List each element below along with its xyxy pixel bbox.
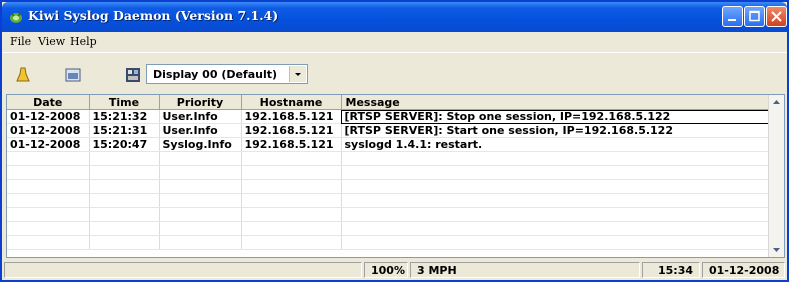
app-window: Kiwi Syslog Daemon (Version 7.1.4) File … xyxy=(0,0,789,282)
display-icon[interactable] xyxy=(124,66,142,84)
cell-priority: User.Info xyxy=(159,123,242,138)
status-percent: 100% xyxy=(364,262,408,278)
cell-hostname: 192.168.5.121 xyxy=(241,137,342,152)
cell-priority: User.Info xyxy=(159,109,242,124)
menu-bar: File View Help xyxy=(2,32,787,52)
cell-time: 15:20:47 xyxy=(89,137,160,152)
empty-row xyxy=(7,193,769,208)
status-message-panel xyxy=(4,262,362,278)
empty-row xyxy=(7,151,769,166)
cell-message: [RTSP SERVER]: Stop one session, IP=192.… xyxy=(341,109,769,124)
cell-hostname: 192.168.5.121 xyxy=(241,123,342,138)
status-date: 01-12-2008 xyxy=(702,262,785,278)
status-rate: 3 MPH xyxy=(410,262,640,278)
clear-display-icon[interactable] xyxy=(14,66,32,84)
menu-view[interactable]: View xyxy=(38,35,65,48)
column-header-time[interactable]: Time xyxy=(89,95,160,110)
cell-date: 01-12-2008 xyxy=(7,137,90,152)
maximize-button[interactable] xyxy=(744,6,765,27)
dropdown-button[interactable] xyxy=(289,66,306,82)
scroll-down-button[interactable] xyxy=(769,242,784,257)
table-row[interactable]: 01-12-2008 15:21:31 User.Info 192.168.5.… xyxy=(7,123,769,138)
log-table: Date Time Priority Hostname Message 01-1… xyxy=(7,95,769,250)
column-header-message[interactable]: Message xyxy=(341,95,769,110)
vertical-scrollbar[interactable] xyxy=(768,95,784,257)
message-grid[interactable]: Date Time Priority Hostname Message 01-1… xyxy=(6,94,785,258)
cell-hostname: 192.168.5.121 xyxy=(241,109,342,124)
header-row: Date Time Priority Hostname Message xyxy=(7,95,769,110)
title-bar[interactable]: Kiwi Syslog Daemon (Version 7.1.4) xyxy=(2,2,787,32)
toolbar: Display 00 (Default) xyxy=(2,52,787,95)
cell-date: 01-12-2008 xyxy=(7,123,90,138)
window-view-icon[interactable] xyxy=(64,66,82,84)
cell-date: 01-12-2008 xyxy=(7,109,90,124)
close-button[interactable] xyxy=(766,6,787,27)
scroll-up-button[interactable] xyxy=(769,95,784,110)
empty-row xyxy=(7,221,769,236)
empty-row xyxy=(7,165,769,180)
menu-help[interactable]: Help xyxy=(70,35,97,48)
close-icon xyxy=(771,11,782,22)
cell-time: 15:21:31 xyxy=(89,123,160,138)
empty-row xyxy=(7,235,769,250)
cell-priority: Syslog.Info xyxy=(159,137,242,152)
cell-message: [RTSP SERVER]: Start one session, IP=192… xyxy=(341,123,769,138)
window-title: Kiwi Syslog Daemon (Version 7.1.4) xyxy=(28,8,279,23)
maximize-icon xyxy=(749,10,760,22)
cell-time: 15:21:32 xyxy=(89,109,160,124)
chevron-up-icon xyxy=(773,100,780,104)
status-bar: 100% 3 MPH 15:34 01-12-2008 xyxy=(2,260,787,280)
column-header-date[interactable]: Date xyxy=(7,95,90,110)
status-time: 15:34 xyxy=(642,262,700,278)
column-header-priority[interactable]: Priority xyxy=(159,95,242,110)
chevron-down-icon xyxy=(773,248,780,252)
empty-row xyxy=(7,179,769,194)
display-select[interactable]: Display 00 (Default) xyxy=(146,64,308,84)
menu-file[interactable]: File xyxy=(10,35,31,48)
kiwi-app-icon xyxy=(10,12,22,23)
minimize-button[interactable] xyxy=(722,6,743,27)
column-header-hostname[interactable]: Hostname xyxy=(241,95,342,110)
chevron-down-icon xyxy=(295,73,301,76)
cell-message: syslogd 1.4.1: restart. xyxy=(341,137,769,152)
empty-row xyxy=(7,207,769,222)
table-row[interactable]: 01-12-2008 15:21:32 User.Info 192.168.5.… xyxy=(7,109,769,124)
display-select-value: Display 00 (Default) xyxy=(153,68,278,81)
minimize-icon xyxy=(728,19,736,21)
table-row[interactable]: 01-12-2008 15:20:47 Syslog.Info 192.168.… xyxy=(7,137,769,152)
